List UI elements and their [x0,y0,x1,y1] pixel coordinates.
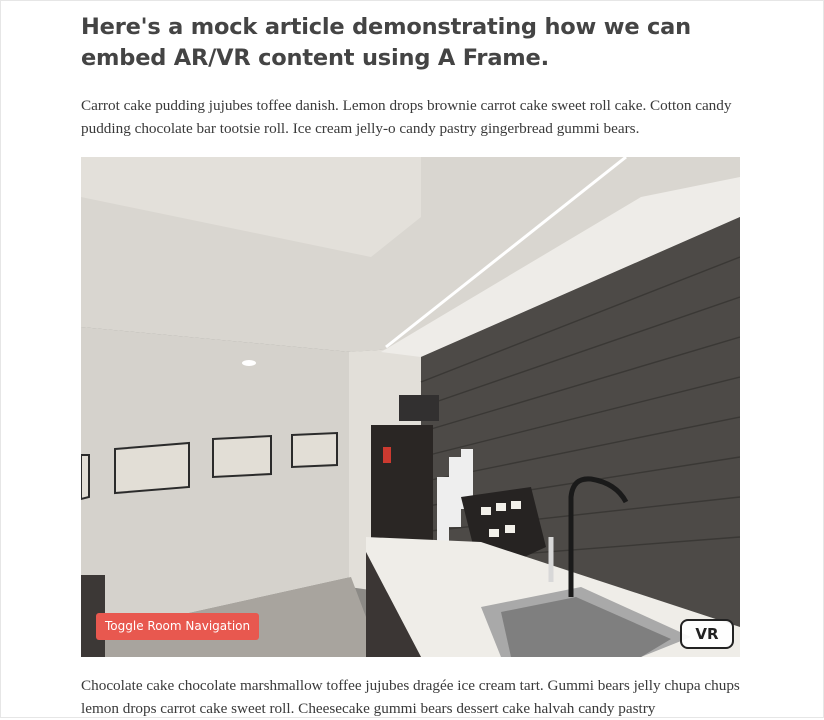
article-paragraph-2: Chocolate cake chocolate marshmallow tof… [81,677,740,717]
article-title: Here's a mock article demonstrating how … [81,14,691,71]
toggle-room-navigation-button[interactable]: Toggle Room Navigation [96,613,260,640]
article-paragraph-1: Carrot cake pudding jujubes toffee danis… [81,97,732,137]
room-panorama [81,157,740,657]
vr-mode-button[interactable]: VR [680,619,734,649]
vr-scene[interactable]: Toggle Room Navigation VR [81,157,740,657]
article: Here's a mock article demonstrating how … [81,0,741,140]
